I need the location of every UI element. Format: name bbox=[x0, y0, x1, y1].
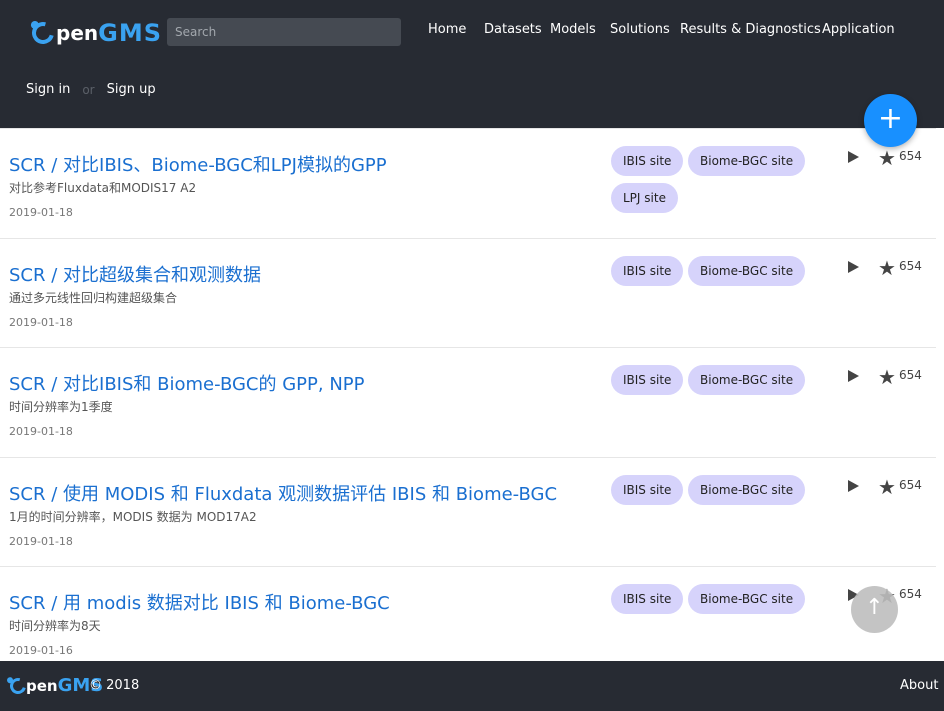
list-item: SCR / 使用 MODIS 和 Fluxdata 观测数据评估 IBIS 和 … bbox=[0, 457, 936, 567]
item-date: 2019-01-18 bbox=[9, 316, 73, 329]
nav-application[interactable]: Application bbox=[822, 22, 895, 37]
item-date: 2019-01-16 bbox=[9, 644, 73, 657]
search-input[interactable] bbox=[167, 18, 401, 46]
tag-ibis-site[interactable]: IBIS site bbox=[611, 256, 684, 286]
auth-links: Sign in or Sign up bbox=[26, 82, 156, 97]
play-icon[interactable] bbox=[848, 261, 859, 273]
nav-solutions[interactable]: Solutions bbox=[610, 22, 670, 37]
item-description: 时间分辨率为1季度 bbox=[9, 400, 113, 414]
opengms-logo[interactable]: pen GMS bbox=[27, 16, 162, 50]
list-item: SCR / 对比超级集合和观测数据 通过多元线性回归构建超级集合 2019-01… bbox=[0, 238, 936, 348]
tag-ibis-site[interactable]: IBIS site bbox=[611, 584, 684, 614]
item-title[interactable]: SCR / 对比IBIS和 Biome-BGC的 GPP, NPP bbox=[9, 370, 365, 396]
star-icon[interactable]: ★ bbox=[878, 365, 896, 389]
list-item: SCR / 用 modis 数据对比 IBIS 和 Biome-BGC 时间分辨… bbox=[0, 566, 936, 661]
logo-o-icon bbox=[27, 17, 59, 49]
item-title[interactable]: SCR / 对比IBIS、Biome-BGC和LPJ模拟的GPP bbox=[9, 151, 387, 177]
list-item: SCR / 对比IBIS、Biome-BGC和LPJ模拟的GPP 对比参考Flu… bbox=[0, 128, 936, 238]
item-title[interactable]: SCR / 使用 MODIS 和 Fluxdata 观测数据评估 IBIS 和 … bbox=[9, 480, 557, 506]
play-icon[interactable] bbox=[848, 151, 859, 163]
sign-up-link[interactable]: Sign up bbox=[107, 82, 156, 97]
item-date: 2019-01-18 bbox=[9, 206, 73, 219]
tag-biome-bgc-site[interactable]: Biome-BGC site bbox=[688, 365, 806, 395]
copyright-text: © 2018 bbox=[89, 678, 140, 693]
nav-datasets[interactable]: Datasets bbox=[484, 22, 542, 37]
list-item: SCR / 对比IBIS和 Biome-BGC的 GPP, NPP 时间分辨率为… bbox=[0, 347, 936, 457]
tag-ibis-site[interactable]: IBIS site bbox=[611, 146, 684, 176]
tag-biome-bgc-site[interactable]: Biome-BGC site bbox=[688, 146, 806, 176]
nav-home[interactable]: Home bbox=[428, 22, 466, 37]
item-date: 2019-01-18 bbox=[9, 535, 73, 548]
item-description: 1月的时间分辨率，MODIS 数据为 MOD17A2 bbox=[9, 510, 257, 524]
star-count: 654 bbox=[899, 368, 922, 382]
sign-in-link[interactable]: Sign in bbox=[26, 82, 70, 97]
about-link[interactable]: About bbox=[900, 678, 938, 693]
item-description: 对比参考Fluxdata和MODIS17 A2 bbox=[9, 181, 197, 195]
nav-results-diagnostics[interactable]: Results & Diagnostics bbox=[680, 22, 821, 37]
tag-biome-bgc-site[interactable]: Biome-BGC site bbox=[688, 475, 806, 505]
star-count: 654 bbox=[899, 587, 922, 601]
item-description: 时间分辨率为8天 bbox=[9, 619, 101, 633]
tag-biome-bgc-site[interactable]: Biome-BGC site bbox=[688, 256, 806, 286]
footer: pen GMS © 2018 About bbox=[0, 661, 944, 711]
tag-ibis-site[interactable]: IBIS site bbox=[611, 365, 684, 395]
solution-list: SCR / 对比IBIS、Biome-BGC和LPJ模拟的GPP 对比参考Flu… bbox=[0, 128, 944, 661]
top-navbar: pen GMS Home Datasets Models Solutions R… bbox=[0, 0, 944, 128]
star-count: 654 bbox=[899, 478, 922, 492]
star-count: 654 bbox=[899, 259, 922, 273]
play-icon[interactable] bbox=[848, 370, 859, 382]
tag-ibis-site[interactable]: IBIS site bbox=[611, 475, 684, 505]
add-button[interactable]: + bbox=[864, 94, 917, 147]
footer-logo-pen-text: pen bbox=[26, 676, 58, 695]
or-separator: or bbox=[82, 82, 95, 97]
item-date: 2019-01-18 bbox=[9, 425, 73, 438]
item-description: 通过多元线性回归构建超级集合 bbox=[9, 291, 178, 305]
item-title[interactable]: SCR / 对比超级集合和观测数据 bbox=[9, 261, 261, 287]
tag-lpj-site[interactable]: LPJ site bbox=[611, 183, 678, 213]
nav-models[interactable]: Models bbox=[550, 22, 596, 37]
logo-pen-text: pen bbox=[56, 21, 99, 45]
star-count: 654 bbox=[899, 149, 922, 163]
star-icon[interactable]: ★ bbox=[878, 146, 896, 170]
star-icon[interactable]: ★ bbox=[878, 475, 896, 499]
logo-gms-text: GMS bbox=[98, 19, 162, 47]
item-title[interactable]: SCR / 用 modis 数据对比 IBIS 和 Biome-BGC bbox=[9, 589, 390, 615]
back-to-top-icon[interactable]: ↑ bbox=[851, 586, 898, 633]
play-icon[interactable] bbox=[848, 480, 859, 492]
star-icon[interactable]: ★ bbox=[878, 256, 896, 280]
tag-biome-bgc-site[interactable]: Biome-BGC site bbox=[688, 584, 806, 614]
